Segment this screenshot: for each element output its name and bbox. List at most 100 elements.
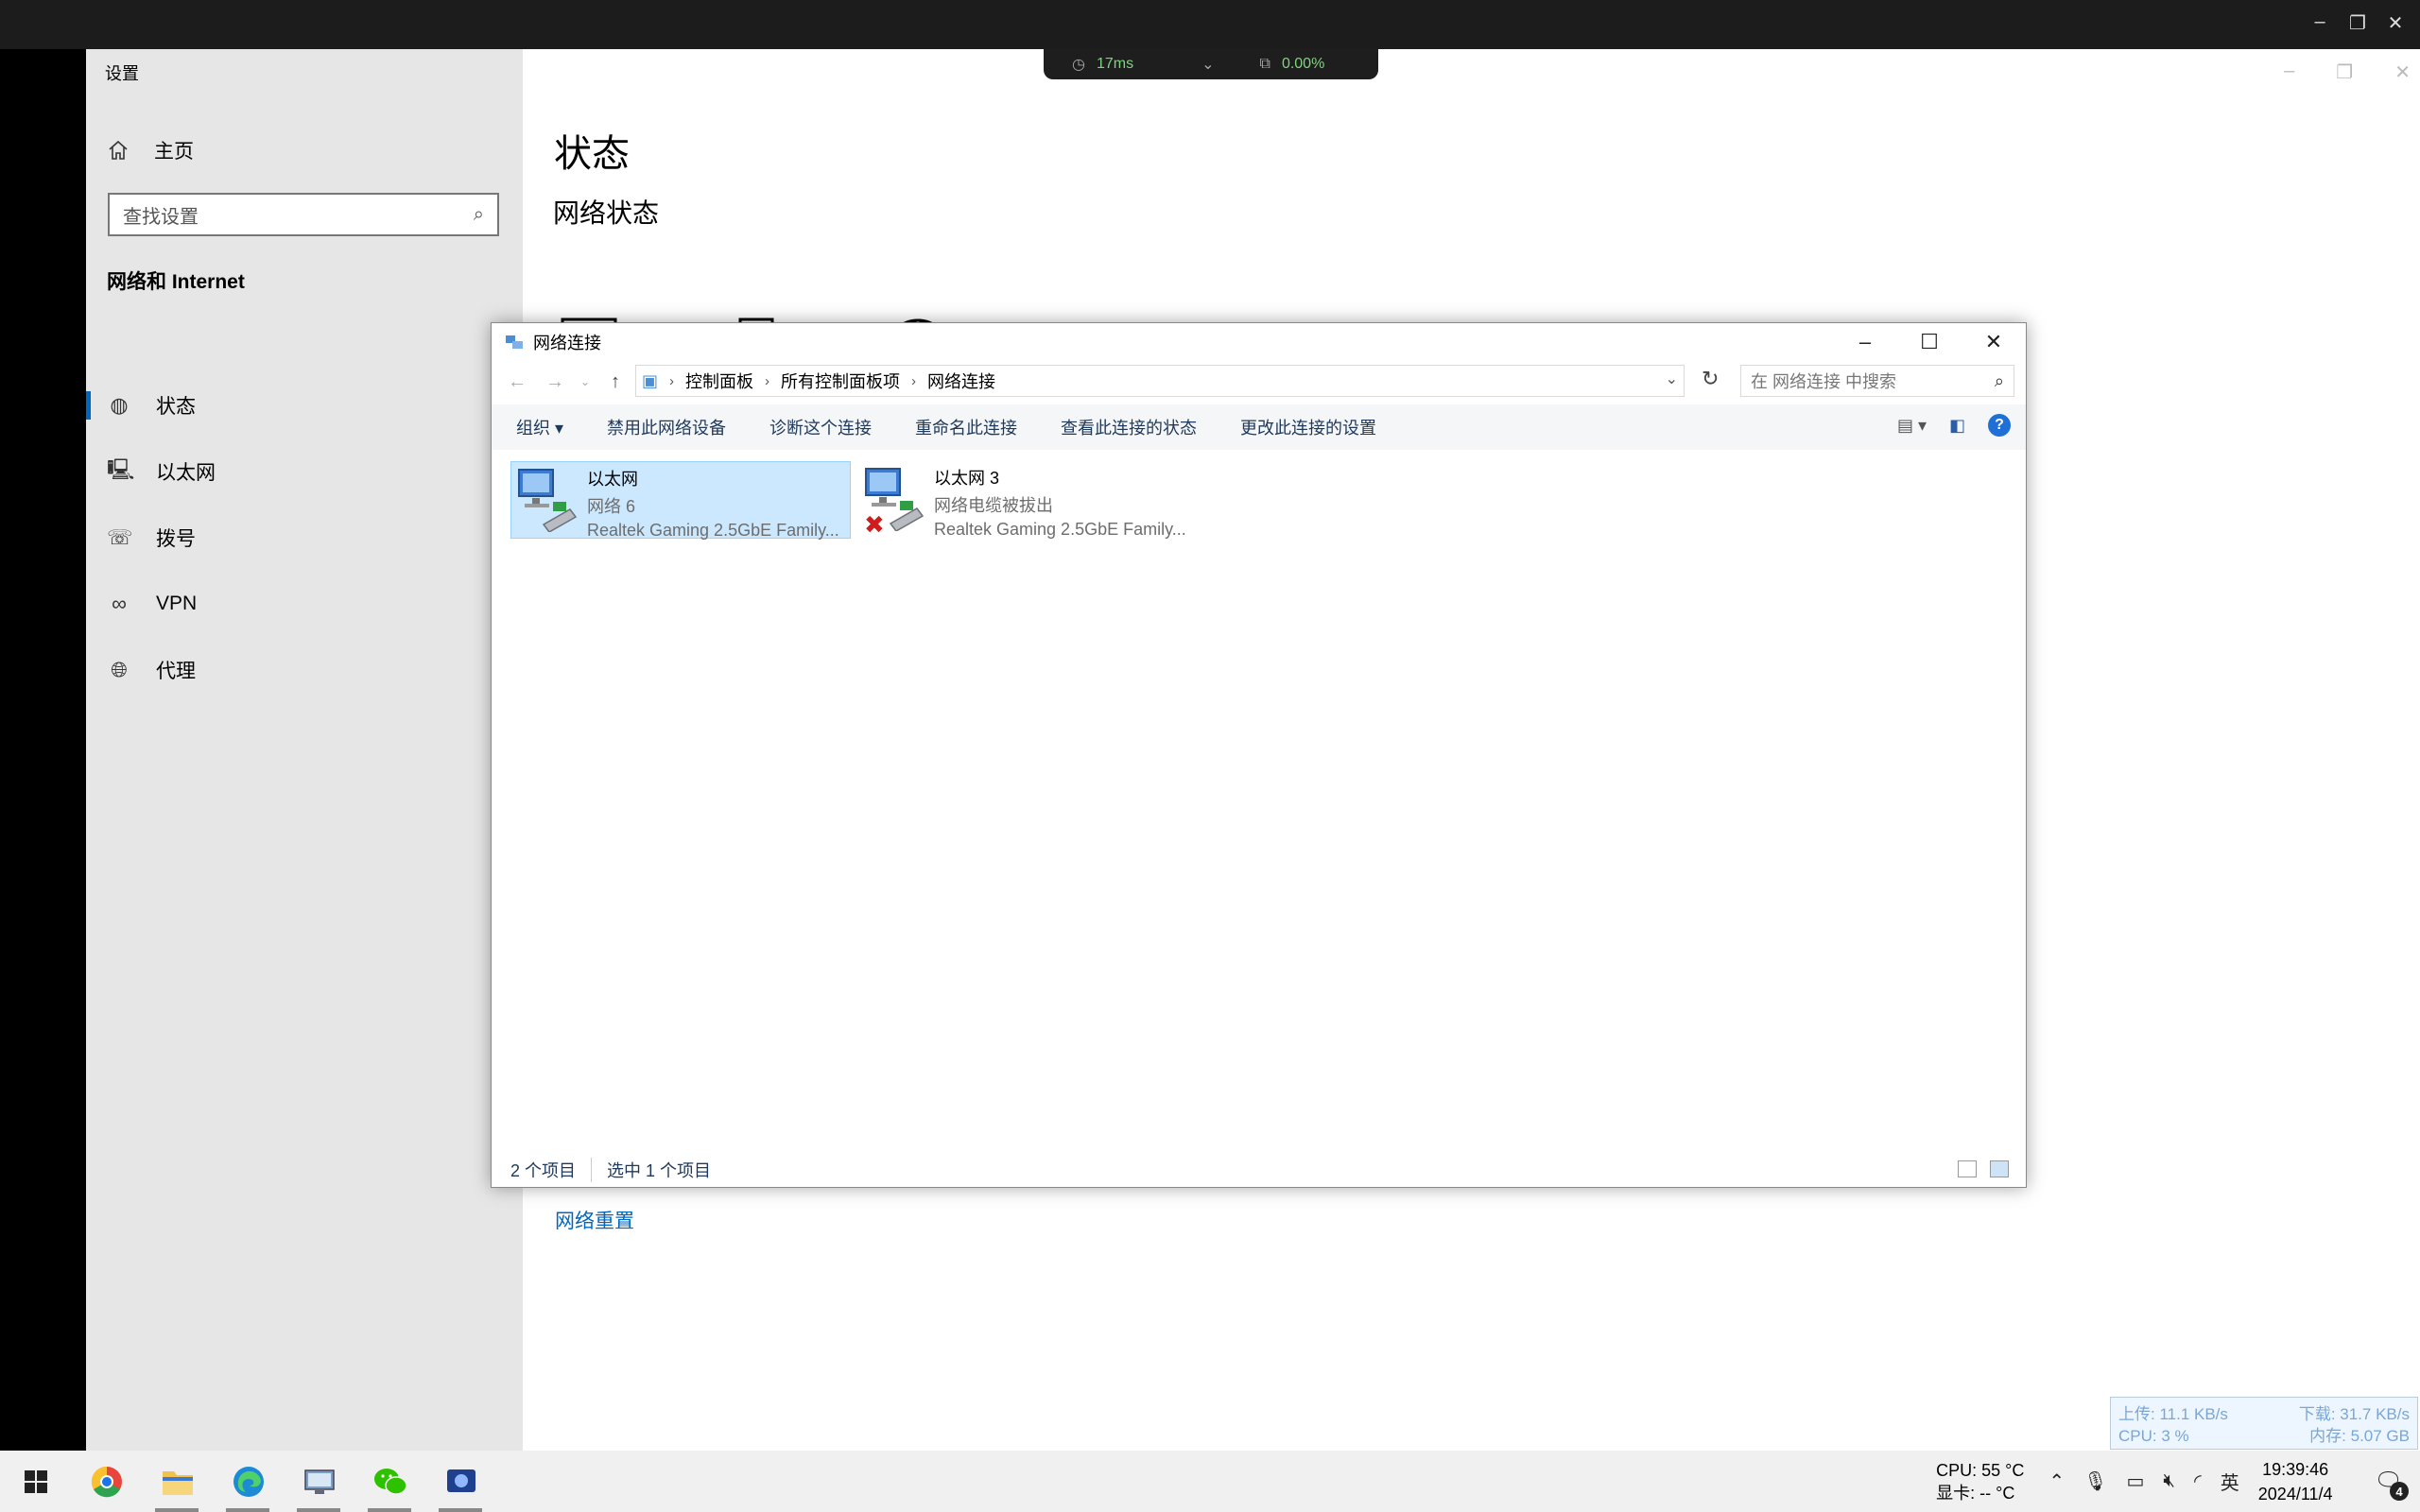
connection-name: 以太网 [587,470,638,489]
home-label: 主页 [154,141,194,163]
connection-item-ethernet-3[interactable]: ✖ 以太网 3 网络电缆被拔出 Realtek Gaming 2.5GbE Fa… [858,461,1199,539]
start-button[interactable] [0,1451,71,1512]
sidebar-item-label: 以太网 [156,462,216,484]
connection-item-ethernet[interactable]: 以太网 网络 6 Realtek Gaming 2.5GbE Family... [510,461,851,540]
diagnose-button[interactable]: 诊断这个连接 [769,415,872,439]
chevron-down-icon[interactable]: ⌄ [1666,369,1678,388]
connection-adapter: Realtek Gaming 2.5GbE Family... [934,520,1186,539]
input-method-indicator[interactable]: 英 [2221,1468,2239,1495]
settings-sidebar: 设置 主页 查找设置 ⌕ 网络和 Internet ◍ 状态 🖳 以太网 ☏ 拨… [86,49,523,1451]
preview-pane-icon[interactable]: ◧ [1949,416,1965,436]
network-folder-icon [506,335,523,349]
settings-window-controls: – ❐ ✕ [2284,60,2411,84]
dialog-status-bar: 2 个项目 选中 1 个项目 [492,1153,2026,1187]
show-hidden-icons-chevron-icon[interactable]: ⌃ [2048,1469,2065,1493]
vpn-icon: ∞ [112,592,127,615]
taskbar-app-wechat[interactable] [354,1451,425,1512]
taskbar-app-edge[interactable] [213,1451,284,1512]
minimize-icon[interactable]: – [2284,60,2294,84]
sidebar-item-label: 拨号 [156,528,196,550]
disable-device-button[interactable]: 禁用此网络设备 [607,415,726,439]
close-icon[interactable]: ✕ [1962,323,2026,361]
gpu-temperature: 显卡: -- °C [1936,1483,2015,1503]
rename-button[interactable]: 重命名此连接 [915,415,1017,439]
home-nav-item[interactable]: 主页 [107,136,194,164]
system-tray: CPU: 55 °C 显卡: -- °C ⌃ 🎙︎ ▭ 🔇︎ ◜ 英 19:39… [1936,1451,2420,1512]
net-speed-widget: 上传: 11.1 KB/s 下载: 31.7 KB/s CPU: 3 % 内存:… [2110,1397,2418,1450]
taskbar-app-file-explorer[interactable] [142,1451,213,1512]
sidebar-item-vpn[interactable]: ∞ VPN [86,571,523,637]
cpu-usage: CPU: 3 % [2118,1427,2189,1445]
temperature-readout: CPU: 55 °C 显卡: -- °C [1936,1459,2024,1504]
microphone-icon[interactable]: 🎙︎ [2083,1469,2107,1493]
minimize-icon[interactable]: – [2308,11,2331,35]
breadcrumb-item[interactable]: 所有控制面板项 [781,369,900,393]
change-settings-button[interactable]: 更改此连接的设置 [1240,415,1376,439]
sidebar-item-ethernet[interactable]: 🖳 以太网 [86,438,523,505]
remote-window-controls: – ❐ ✕ [2308,11,2407,35]
ethernet-icon: 🖳 [107,457,135,481]
dialog-titlebar[interactable]: 网络连接 [492,323,2026,361]
dialog-title: 网络连接 [533,334,601,352]
connection-network: 网络 6 [587,497,636,516]
item-count: 2 个项目 [510,1158,593,1182]
clock-time: 19:39:46 [2262,1459,2329,1479]
battery-icon[interactable]: ▭ [2127,1469,2145,1493]
breadcrumb-item[interactable]: 控制面板 [685,369,753,393]
page-title: 状态 [554,133,630,175]
edge-icon [233,1466,264,1497]
connection-network: 网络电缆被拔出 [934,496,1053,515]
collapse-chevron-icon[interactable]: ⌄ [1201,55,1214,74]
view-status-button[interactable]: 查看此连接的状态 [1061,415,1197,439]
cpu-temperature: CPU: 55 °C [1936,1460,2025,1480]
settings-nav: ◍ 状态 🖳 以太网 ☏ 拨号 ∞ VPN 🌐︎ 代理 [86,372,523,703]
sidebar-item-label: 状态 [156,396,196,418]
details-view-icon[interactable] [1958,1160,1977,1177]
refresh-icon[interactable]: ↻ [1702,367,1719,391]
breadcrumb-item[interactable]: 网络连接 [927,369,995,393]
close-icon[interactable]: ✕ [2394,60,2411,84]
forward-arrow-icon[interactable]: → [543,371,567,393]
taskbar-app-remote-desktop[interactable] [284,1451,354,1512]
maximize-icon[interactable]: ❐ [2336,60,2353,84]
recent-dropdown-icon[interactable]: ⌄ [580,375,590,388]
gauge-icon: ◷ [1072,57,1085,73]
back-arrow-icon[interactable]: ← [505,371,529,393]
sidebar-item-proxy[interactable]: 🌐︎ 代理 [86,637,523,703]
dialog-window-controls: – ☐ ✕ [1833,323,2026,361]
dialog-search-input[interactable]: 在 网络连接 中搜索 ⌕ [1740,365,2014,397]
taskbar-clock[interactable]: 19:39:46 2024/11/4 [2258,1457,2333,1506]
sidebar-item-status[interactable]: ◍ 状态 [86,372,523,438]
sidebar-item-label: 代理 [156,661,196,682]
network-adapter-icon [518,469,578,532]
address-bar[interactable]: ▣ › 控制面板 › 所有控制面板项 › 网络连接 ⌄ [635,365,1685,397]
globe-status-icon: ◍ [110,393,129,417]
breadcrumb-separator: › [765,372,770,389]
change-view-icon[interactable]: ▤ ▾ [1897,416,1927,436]
settings-search-placeholder: 查找设置 [123,206,199,228]
chrome-icon [91,1466,122,1497]
command-bar: 组织 ▾ 禁用此网络设备 诊断这个连接 重命名此连接 查看此连接的状态 更改此连… [492,404,2026,450]
sidebar-item-dialup[interactable]: ☏ 拨号 [86,505,523,571]
packet-loss-icon: ⧉ [1259,56,1270,72]
large-icons-view-icon[interactable] [1990,1160,2009,1177]
network-icon[interactable]: ◜ [2194,1469,2202,1493]
settings-search-input[interactable]: 查找设置 ⌕ [108,193,499,236]
vpn-client-icon [446,1469,475,1492]
notification-center-button[interactable]: 🗨︎ 4 [2375,1468,2409,1501]
volume-muted-icon[interactable]: 🔇︎ [2163,1470,2175,1492]
network-reset-link[interactable]: 网络重置 [555,1206,634,1234]
remote-top-bar: – ❐ ✕ [0,0,2420,49]
help-icon[interactable]: ? [1988,414,2011,437]
connection-name: 以太网 3 [934,469,1000,488]
up-arrow-icon[interactable]: ↑ [603,371,628,393]
taskbar-app-vpn-client[interactable] [425,1451,496,1512]
home-icon [109,140,128,160]
maximize-icon[interactable]: ☐ [1897,323,1962,361]
minimize-icon[interactable]: – [1833,323,1897,361]
taskbar-app-chrome[interactable] [71,1451,142,1512]
organize-menu-button[interactable]: 组织 ▾ [516,415,563,439]
connection-adapter: Realtek Gaming 2.5GbE Family... [587,521,839,540]
restore-icon[interactable]: ❐ [2346,11,2369,35]
close-icon[interactable]: ✕ [2384,11,2407,35]
